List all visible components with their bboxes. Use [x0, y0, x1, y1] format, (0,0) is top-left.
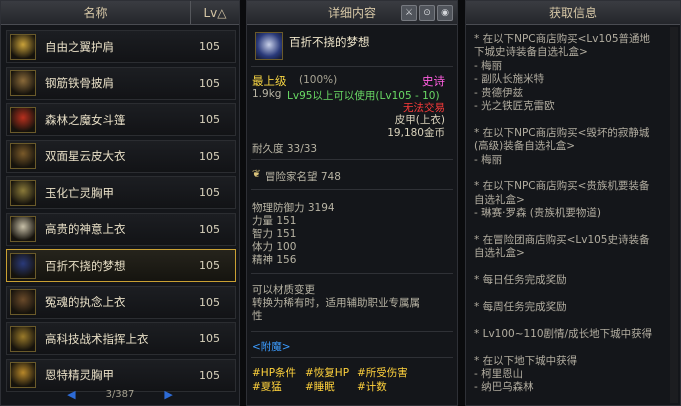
column-level-header[interactable]: Lv△ — [190, 1, 239, 24]
item-icon — [255, 32, 283, 60]
list-item[interactable]: 高贵的神意上衣 105 — [6, 212, 236, 246]
item-icon — [10, 106, 36, 133]
divider — [251, 273, 453, 274]
item-level: 105 — [199, 222, 220, 236]
list-item[interactable]: 钢筋铁骨披肩 105 — [6, 66, 236, 100]
detail-panel: 详细内容 ⚔ ⊙ ◉ 百折不挠的梦想 最上级 (100%) 史诗 1.9kg L… — [246, 0, 458, 406]
item-level: 105 — [199, 186, 220, 199]
item-level: 105 — [199, 259, 220, 272]
item-icon — [10, 289, 36, 315]
tag-sleep[interactable]: #睡眠 — [305, 379, 335, 394]
list-item[interactable]: 冤魂的执念上衣 105 — [6, 285, 236, 319]
obtain-line: * 每日任务完成奖励 — [474, 274, 567, 287]
divider — [251, 331, 453, 332]
list-item[interactable]: 双面星云皮大衣 105 — [6, 139, 236, 173]
prev-page-icon[interactable]: ◀ — [67, 388, 75, 401]
obtain-line: - 琳赛·罗森 (贵族机要物道) — [474, 207, 601, 220]
scrollbar[interactable] — [670, 27, 678, 403]
item-icon — [10, 252, 36, 279]
pagination: ◀ 3/387 ▶ — [1, 386, 239, 402]
weight: 1.9kg — [252, 88, 282, 100]
page-indicator: 3/387 — [105, 388, 135, 400]
item-level: 105 — [199, 40, 220, 53]
pvp-toggle-icon[interactable]: ⚔ — [401, 5, 417, 21]
adventurer-fame: 冒险家名望 748 — [265, 171, 341, 183]
item-name: 自由之翼护肩 — [45, 39, 114, 54]
item-name: 玉化亡灵胸甲 — [45, 185, 114, 200]
item-level: 105 — [199, 113, 220, 126]
tag-summer[interactable]: #夏猛 — [252, 379, 282, 394]
fame-icon: ❦ — [252, 168, 261, 180]
eye-icon[interactable]: ◉ — [437, 5, 453, 21]
grade-percent: (100%) — [299, 74, 338, 86]
column-name-header[interactable]: 名称 — [1, 4, 190, 21]
item-icon — [10, 143, 36, 169]
item-name: 冤魂的执念上衣 — [45, 295, 126, 309]
obtain-line: - 梅丽 — [474, 153, 503, 166]
list-item[interactable]: 百折不挠的梦想 105 — [6, 249, 236, 282]
stat-spirit: 精神 156 — [252, 254, 297, 266]
tag-restore-hp[interactable]: #恢复HP — [305, 365, 349, 380]
effect-line: 性 — [252, 310, 263, 322]
grade-label: 最上级 — [252, 74, 287, 88]
list-header: 名称 Lv△ — [1, 1, 239, 25]
item-icon — [10, 179, 36, 206]
price: 19,180金币 — [387, 127, 445, 139]
divider — [251, 159, 453, 160]
obtain-line: * 每周任务完成奖励 — [474, 301, 567, 313]
item-name: 恩特精灵胸甲 — [45, 368, 114, 382]
tag-damage-taken[interactable]: #所受伤害 — [357, 365, 408, 380]
item-name: 钢筋铁骨披肩 — [45, 76, 114, 90]
obtain-line: 自选礼盒> — [474, 247, 525, 260]
search-icon[interactable]: ⊙ — [419, 5, 435, 21]
item-level: 105 — [199, 76, 220, 90]
item-level: 105 — [199, 295, 220, 309]
next-page-icon[interactable]: ▶ — [164, 388, 172, 401]
list-item[interactable]: 森林之魔女斗篷 105 — [6, 103, 236, 136]
item-icon — [10, 70, 36, 96]
list-item[interactable]: 高科技战术指挥上衣 105 — [6, 322, 236, 355]
item-name: 百折不挠的梦想 — [45, 258, 126, 273]
durability: 耐久度 33/33 — [252, 143, 318, 155]
obtain-title: 获取信息 — [548, 6, 597, 20]
list-item[interactable]: 玉化亡灵胸甲 105 — [6, 176, 236, 209]
obtain-line: * Lv100~110剧情/成长地下城中获得 — [474, 327, 653, 340]
detail-title: 详细内容 — [327, 6, 376, 20]
obtain-line: - 纳巴乌森林 — [474, 381, 534, 394]
tag-count[interactable]: #计数 — [357, 379, 387, 394]
item-level: 105 — [199, 368, 220, 382]
divider — [251, 189, 453, 190]
item-icon — [10, 325, 36, 352]
item-name: 百折不挠的梦想 — [289, 35, 370, 49]
item-icon — [10, 33, 36, 60]
divider — [251, 357, 453, 358]
effect-line: 转换为稀有时，适用辅助职业专属属 — [252, 297, 420, 309]
item-name: 双面星云皮大衣 — [45, 149, 126, 163]
detail-header: 详细内容 ⚔ ⊙ ◉ — [247, 1, 457, 25]
rarity: 史诗 — [422, 74, 445, 88]
item-name: 森林之魔女斗篷 — [45, 112, 126, 127]
divider — [251, 66, 453, 67]
obtain-header: 获取信息 — [466, 1, 680, 25]
item-icon — [10, 216, 36, 242]
list-item[interactable]: 自由之翼护肩 105 — [6, 30, 236, 63]
obtain-info-panel: 获取信息 * 在以下NPC商店购买<Lv105普通地 下城史诗装备自选礼盒> - 梅… — [465, 0, 681, 406]
enchant-label: <附魔> — [252, 341, 291, 353]
item-list-panel: 名称 Lv△ 自由之翼护肩 105 钢筋铁骨披肩 105 森林之魔女斗篷 105 双面星云皮… — [0, 0, 240, 406]
item-icon — [10, 362, 36, 388]
tag-hp-condition[interactable]: #HP条件 — [252, 365, 296, 380]
item-level: 105 — [199, 149, 220, 163]
item-name: 高科技战术指挥上衣 — [45, 331, 149, 346]
item-name: 高贵的神意上衣 — [45, 222, 126, 236]
item-level: 105 — [199, 332, 220, 345]
obtain-line: - 光之铁匠克雷欧 — [474, 100, 555, 112]
